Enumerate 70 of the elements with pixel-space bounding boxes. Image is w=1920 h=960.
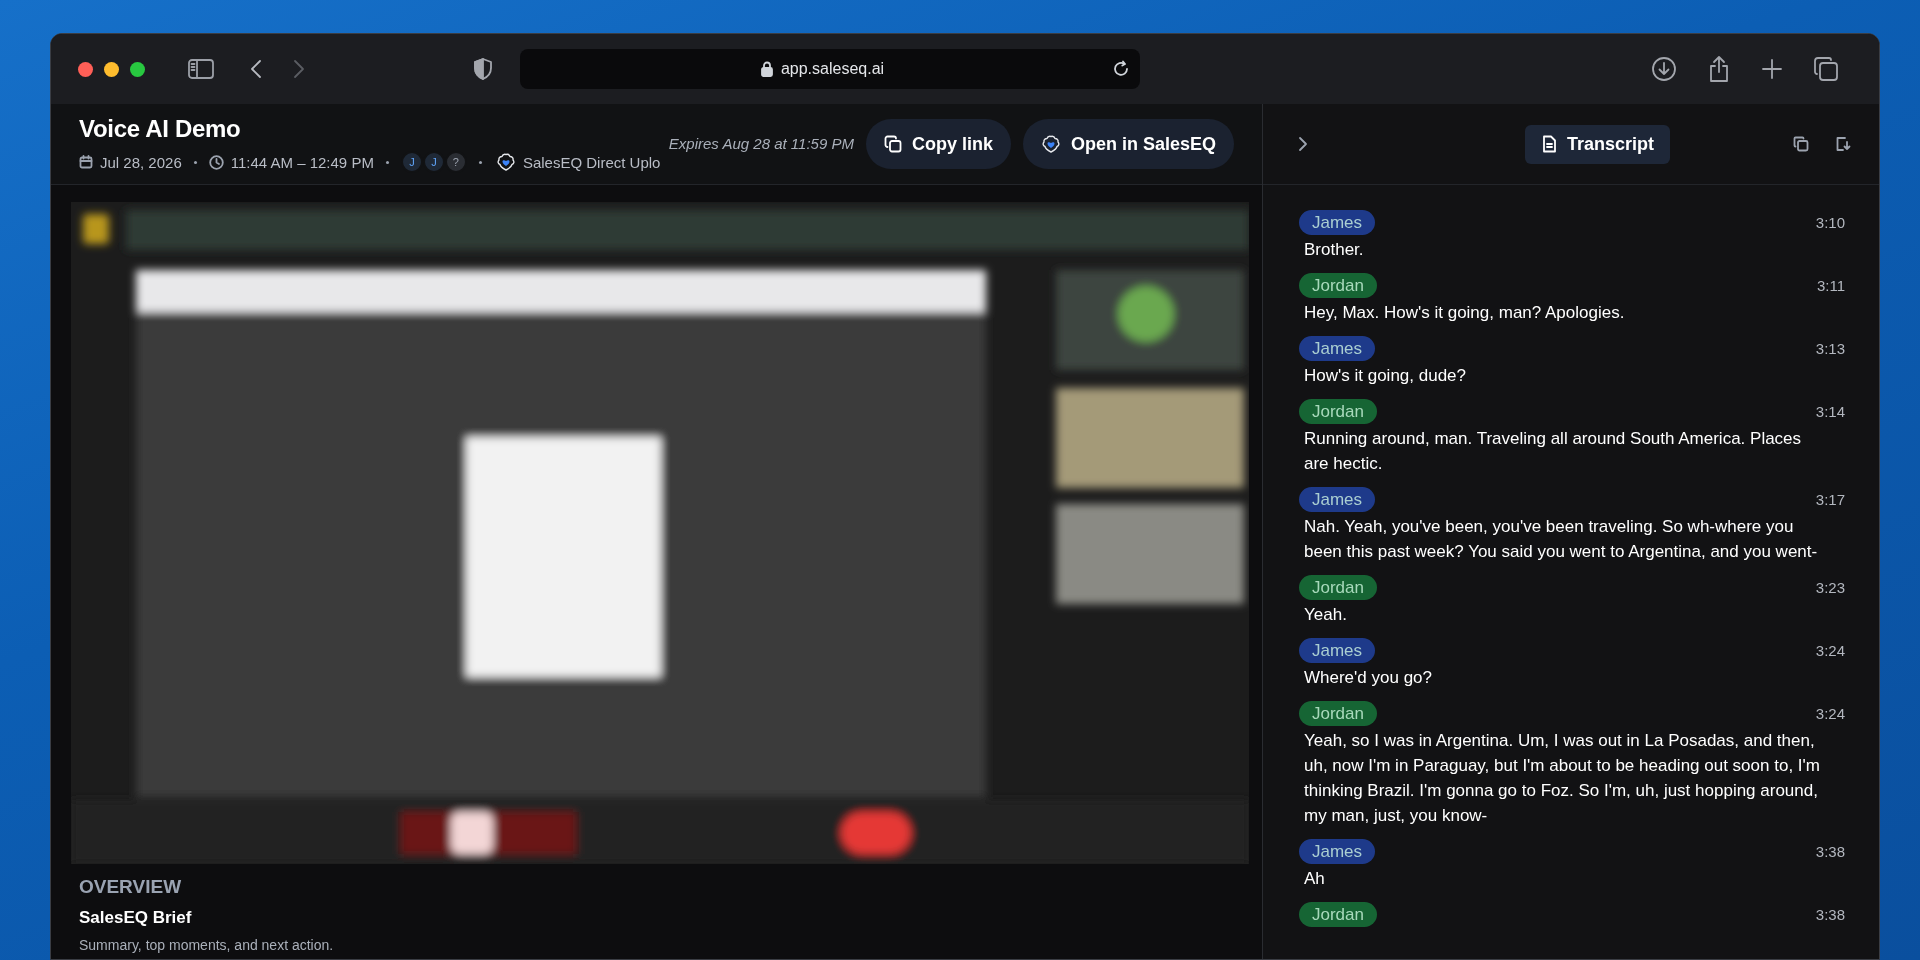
transcript-text: Running around, man. Traveling all around South America. Places are hectic. xyxy=(1303,428,1803,475)
meeting-date: Jul 28, 2026 xyxy=(100,153,182,171)
transcript-text: Brother. xyxy=(1303,239,1365,261)
speaker-tag: Jordan xyxy=(1299,399,1377,424)
forward-icon[interactable] xyxy=(292,58,306,80)
separator-dot xyxy=(385,160,389,164)
timestamp: 3:38 xyxy=(1815,843,1845,860)
shield-icon[interactable] xyxy=(472,57,493,81)
download-icon[interactable] xyxy=(1651,56,1677,82)
section-subtitle: Summary, top moments, and next action. xyxy=(79,937,335,953)
timestamp: 3:24 xyxy=(1815,705,1845,722)
plus-icon[interactable] xyxy=(1761,58,1783,80)
transcript-text: How's it going, dude? xyxy=(1303,365,1467,387)
meeting-title: Voice AI Demo xyxy=(79,115,242,143)
timestamp: 3:14 xyxy=(1815,403,1845,420)
copy-icon[interactable] xyxy=(1793,136,1809,152)
meeting-source: SalesEQ Direct Uplo xyxy=(522,153,661,171)
section-title: SalesEQ Brief xyxy=(79,908,193,928)
speaker-tag: James xyxy=(1299,336,1376,361)
participant-avatar[interactable]: J xyxy=(422,151,445,173)
sidebar-icon[interactable] xyxy=(187,58,215,80)
meeting-time: 11:44 AM – 12:49 PM xyxy=(230,153,374,171)
address-bar[interactable]: app.saleseq.ai xyxy=(519,49,1140,89)
speaker-tag: James xyxy=(1299,638,1376,663)
expiry-text: Expires Aug 28 at 11:59 PM xyxy=(668,134,854,152)
separator-dot xyxy=(193,160,197,164)
copy-icon xyxy=(883,135,902,153)
timestamp: 3:17 xyxy=(1815,491,1845,508)
transcript-text: Yeah. xyxy=(1303,604,1348,626)
transcript-tab[interactable]: Transcript xyxy=(1525,124,1670,164)
open-app-button[interactable]: Open in SalesEQ xyxy=(1022,119,1234,169)
chevron-right-icon[interactable] xyxy=(1298,136,1308,152)
transcript-text: Nah. Yeah, you've been, you've been traveling. So wh-where you been this past week? You said you went to Argentina, and you went- xyxy=(1303,516,1819,563)
timestamp: 3:11 xyxy=(1816,277,1845,294)
speaker-tag: James xyxy=(1299,839,1376,864)
back-icon[interactable] xyxy=(249,58,263,80)
timestamp: 3:38 xyxy=(1815,906,1845,923)
window-control[interactable] xyxy=(78,61,93,77)
speaker-tag: Jordan xyxy=(1299,575,1377,600)
lock-icon xyxy=(760,61,773,77)
calendar-icon xyxy=(79,155,93,169)
timestamp: 3:23 xyxy=(1815,579,1845,596)
participant-avatar[interactable]: J xyxy=(400,151,423,173)
timestamp: 3:13 xyxy=(1815,340,1845,357)
clock-icon xyxy=(208,154,224,170)
tabs-icon[interactable] xyxy=(1813,56,1839,82)
heart-icon xyxy=(1040,134,1061,154)
speaker-tag: Jordan xyxy=(1299,273,1377,298)
timestamp: 3:10 xyxy=(1815,214,1845,231)
separator-dot xyxy=(478,160,482,164)
reload-icon[interactable] xyxy=(1111,60,1130,78)
transcript-text: Hey, Max. How's it going, man? Apologies. xyxy=(1303,302,1626,324)
url-text: app.saleseq.ai xyxy=(780,60,885,78)
transcript-text: Ah xyxy=(1303,868,1326,890)
speaker-tag: Jordan xyxy=(1299,902,1377,927)
participant-avatar[interactable]: ? xyxy=(444,151,467,173)
transcript-text: Yeah, so I was in Argentina. Um, I was out in La Posadas, and then, uh, now I'm in Paraguay, but I'm about to be heading out soon to, I'm thinking Brazil. I'm gonna go to Foz. So I'm, uh, just hopping around, my man, just, you know- xyxy=(1303,730,1821,827)
share-icon[interactable] xyxy=(1707,55,1731,83)
section-heading: OVERVIEW xyxy=(79,876,183,898)
transcript-text: Where'd you go? xyxy=(1303,667,1433,689)
document-icon xyxy=(1541,135,1557,153)
speaker-tag: Jordan xyxy=(1299,701,1377,726)
window-control[interactable] xyxy=(104,61,119,77)
speaker-tag: James xyxy=(1299,487,1376,512)
copy-link-button[interactable]: Copy link xyxy=(865,119,1011,169)
timestamp: 3:24 xyxy=(1815,642,1845,659)
heart-icon xyxy=(495,152,516,172)
speaker-tag: James xyxy=(1299,210,1376,235)
window-control[interactable] xyxy=(130,61,145,77)
export-icon[interactable] xyxy=(1835,136,1851,152)
